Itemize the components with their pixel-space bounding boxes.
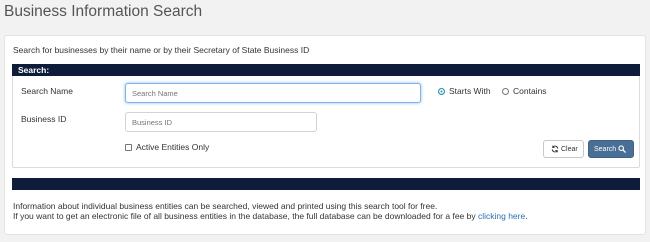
search-panel-header: Search: bbox=[12, 64, 640, 76]
radio-contains-label: Contains bbox=[513, 86, 547, 96]
search-icon bbox=[618, 145, 627, 153]
radio-starts-with-label: Starts With bbox=[449, 86, 491, 96]
clear-button[interactable]: Clear bbox=[543, 140, 584, 158]
clear-button-label: Clear bbox=[561, 145, 578, 153]
search-button[interactable]: Search bbox=[588, 140, 635, 158]
download-link[interactable]: clicking here bbox=[478, 211, 525, 221]
info-line-2: If you want to get an electronic file of… bbox=[13, 211, 528, 221]
info-line-2-text: If you want to get an electronic file of… bbox=[13, 211, 478, 221]
business-id-input[interactable] bbox=[125, 112, 317, 132]
refresh-icon bbox=[551, 145, 559, 153]
info-line-1: Information about individual business en… bbox=[13, 201, 438, 211]
results-header-bar bbox=[12, 178, 640, 190]
page-title: Business Information Search bbox=[4, 3, 203, 20]
active-entities-checkbox[interactable]: Active Entities Only bbox=[125, 142, 209, 152]
radio-starts-with[interactable]: Starts With bbox=[438, 86, 491, 96]
search-name-input[interactable] bbox=[125, 83, 421, 103]
active-entities-box bbox=[125, 143, 132, 151]
radio-contains-indicator bbox=[502, 87, 509, 95]
active-entities-label: Active Entities Only bbox=[136, 142, 210, 152]
search-panel: Search: Search Name Starts With Contains… bbox=[12, 64, 640, 168]
search-button-label: Search bbox=[594, 145, 617, 153]
search-name-label: Search Name bbox=[21, 86, 73, 96]
search-card: Search for businesses by their name or b… bbox=[4, 35, 646, 235]
info-line-2-end: . bbox=[525, 211, 528, 221]
radio-contains[interactable]: Contains bbox=[502, 86, 547, 96]
radio-starts-with-indicator bbox=[438, 87, 445, 95]
business-id-label: Business ID bbox=[21, 114, 67, 124]
intro-text: Search for businesses by their name or b… bbox=[13, 45, 310, 55]
